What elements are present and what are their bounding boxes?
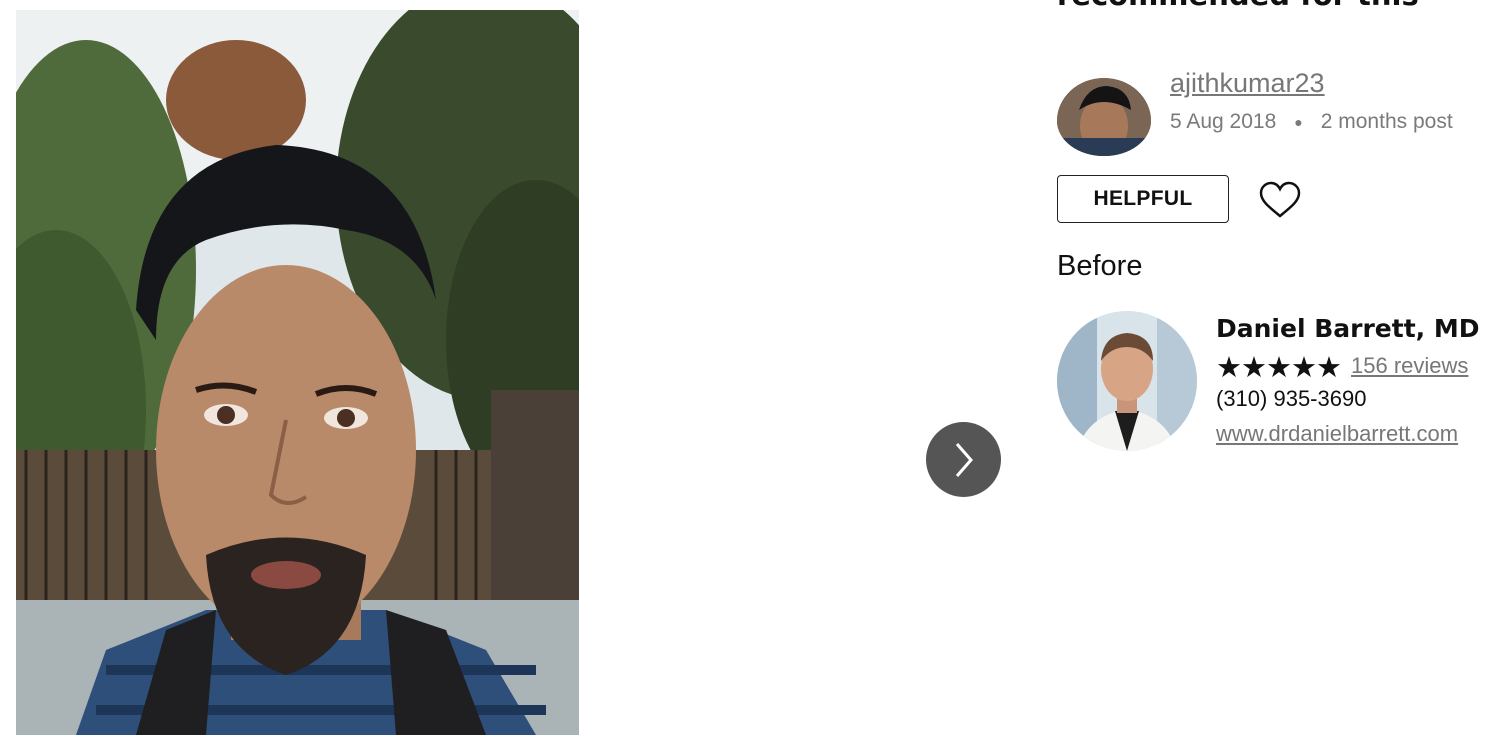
reviews-link[interactable]: 156 reviews (1351, 353, 1468, 379)
doctor-website-link[interactable]: www.drdanielbarrett.com (1216, 421, 1458, 447)
chevron-right-icon (955, 442, 973, 477)
author-meta: 5 Aug 2018 ● 2 months post (1170, 110, 1453, 134)
photo-caption: Before (1057, 250, 1143, 282)
doctor-avatar[interactable] (1057, 311, 1197, 451)
helpful-button[interactable]: HELPFUL (1057, 175, 1229, 223)
photo-illustration (16, 10, 579, 735)
next-button[interactable] (926, 422, 1001, 497)
doctor-avatar-image (1057, 311, 1197, 451)
separator-dot: ● (1294, 114, 1303, 131)
author-avatar[interactable] (1057, 78, 1151, 156)
before-photo[interactable] (16, 10, 579, 735)
doctor-phone[interactable]: (310) 935-3690 (1216, 386, 1366, 412)
post-date: 5 Aug 2018 (1170, 110, 1277, 133)
review-title-line2: recommended for this (1057, 0, 1497, 12)
author-avatar-image (1057, 78, 1151, 156)
rating-stars: ★★★★★ (1216, 352, 1342, 384)
doctor-name[interactable]: Daniel Barrett, MD (1216, 314, 1480, 343)
post-age: 2 months post (1320, 110, 1453, 133)
author-username-link[interactable]: ajithkumar23 (1170, 68, 1325, 99)
review-title: recommended for this (1057, 0, 1497, 12)
heart-icon[interactable] (1259, 181, 1301, 219)
